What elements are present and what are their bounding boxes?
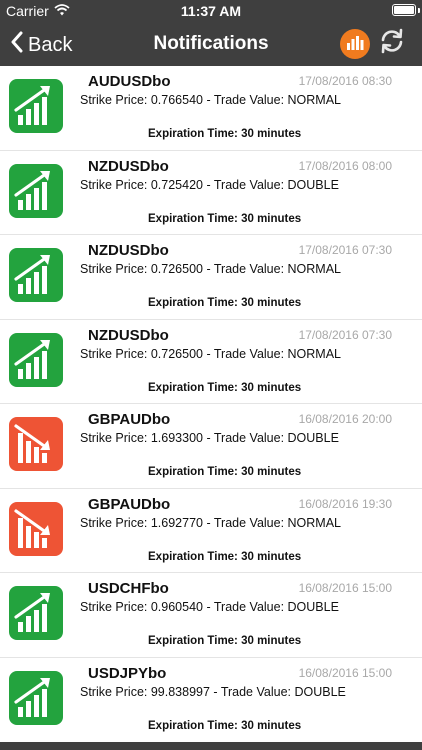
notification-list[interactable]: AUDUSDbo 17/08/2016 08:30 Strike Price: 0.…: [0, 66, 422, 742]
battery-tip: [418, 8, 420, 13]
notification-row[interactable]: AUDUSDbo 17/08/2016 08:30 Strike Price: 0.…: [0, 66, 422, 151]
notification-symbol: USDJPYbo: [88, 664, 167, 682]
notification-detail: Strike Price: 1.692770 - Trade Value: NO…: [80, 515, 341, 530]
notification-date: 16/08/2016 20:00: [298, 412, 392, 426]
notification-detail: Strike Price: 0.726500 - Trade Value: NO…: [80, 346, 341, 361]
notification-row[interactable]: GBPAUDbo 16/08/2016 20:00 Strike Price: 1.…: [0, 404, 422, 489]
notification-detail: Strike Price: 0.725420 - Trade Value: DO…: [80, 177, 339, 192]
trend-up-icon: [9, 163, 63, 218]
trend-up-icon: [9, 670, 63, 725]
notification-detail: Strike Price: 0.726500 - Trade Value: NO…: [80, 262, 341, 276]
trend-down-icon: [9, 501, 63, 556]
refresh-button[interactable]: [376, 27, 408, 59]
notification-expiration: Expiration Time: 30 minutes: [148, 381, 302, 394]
status-time: 11:37 AM: [180, 3, 242, 19]
trend-up-icon: [9, 586, 63, 640]
back-label: Back: [28, 33, 73, 56]
notification-row[interactable]: USDCHFbo 16/08/2016 15:00 Strike Price: 0.…: [0, 573, 422, 658]
notification-symbol: GBPAUDbo: [88, 495, 171, 513]
notification-date: 17/08/2016 08:30: [298, 74, 392, 88]
notification-row[interactable]: NZDUSDbo 17/08/2016 07:30 Strike Price: 0.…: [0, 235, 422, 320]
notification-symbol: NZDUSDbo: [88, 242, 169, 259]
notification-expiration: Expiration Time: 30 minutes: [148, 466, 302, 478]
notification-date: 16/08/2016 19:30: [298, 496, 392, 511]
notification-row[interactable]: USDJPYbo 16/08/2016 15:00 Strike Price: 99…: [0, 658, 422, 743]
notification-date: 17/08/2016 07:30: [298, 243, 392, 257]
notification-expiration: Expiration Time: 30 minutes: [148, 719, 302, 732]
nav-bar: Back Notifications: [0, 22, 422, 66]
trend-up-icon: [9, 248, 63, 302]
notification-expiration: Expiration Time: 30 minutes: [148, 635, 302, 647]
notification-row[interactable]: GBPAUDbo 16/08/2016 19:30 Strike Price: 1.…: [0, 489, 422, 573]
notifications-screen: Carrier 11:37 AM Back Notifications AUDU…: [0, 0, 422, 750]
notification-detail: Strike Price: 99.838997 - Trade Value: D…: [80, 684, 346, 699]
battery-icon: [392, 4, 416, 16]
back-button[interactable]: Back: [10, 31, 72, 59]
notification-expiration: Expiration Time: 30 minutes: [148, 297, 302, 309]
trend-up-icon: [9, 332, 63, 387]
trend-up-icon: [9, 79, 63, 133]
refresh-icon: [378, 27, 406, 60]
notification-date: 17/08/2016 08:00: [298, 158, 392, 173]
bar-chart-icon: [346, 34, 364, 55]
notification-detail: Strike Price: 1.693300 - Trade Value: DO…: [80, 431, 339, 445]
notification-detail: Strike Price: 0.960540 - Trade Value: DO…: [80, 600, 339, 614]
chevron-left-icon: [10, 31, 24, 59]
header: Carrier 11:37 AM Back Notifications: [0, 0, 422, 66]
notification-symbol: AUDUSDbo: [88, 73, 171, 90]
notification-symbol: USDCHFbo: [88, 580, 169, 597]
trend-down-icon: [9, 417, 63, 471]
status-bar: Carrier 11:37 AM: [0, 0, 422, 22]
notification-row[interactable]: NZDUSDbo 17/08/2016 08:00 Strike Price: 0.…: [0, 151, 422, 235]
chart-button[interactable]: [340, 29, 370, 59]
notification-date: 17/08/2016 07:30: [298, 327, 392, 342]
notification-date: 16/08/2016 15:00: [298, 581, 392, 595]
notification-date: 16/08/2016 15:00: [298, 665, 392, 680]
notification-symbol: NZDUSDbo: [88, 157, 169, 175]
notification-detail: Strike Price: 0.766540 - Trade Value: NO…: [80, 93, 341, 107]
notification-symbol: NZDUSDbo: [88, 326, 169, 344]
notification-expiration: Expiration Time: 30 minutes: [148, 550, 302, 563]
bottom-bar: [0, 742, 422, 750]
notification-symbol: GBPAUDbo: [88, 411, 171, 428]
notification-expiration: Expiration Time: 30 minutes: [148, 128, 302, 140]
notification-expiration: Expiration Time: 30 minutes: [148, 212, 302, 225]
notification-row[interactable]: NZDUSDbo 17/08/2016 07:30 Strike Price: 0.…: [0, 320, 422, 404]
